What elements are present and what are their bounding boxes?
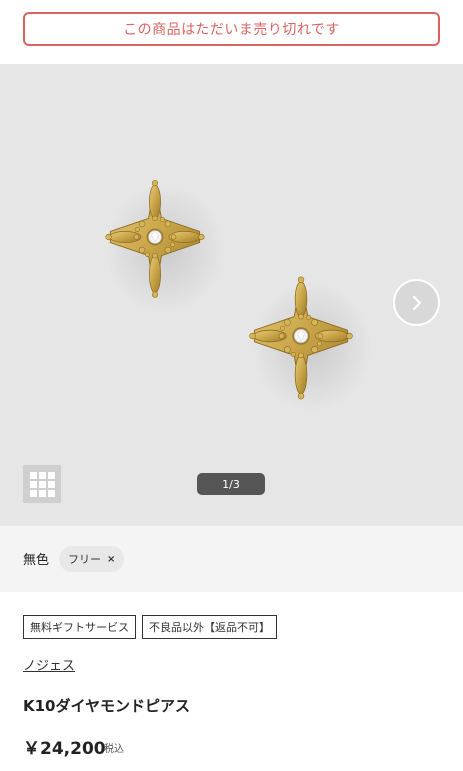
product-image-gallery[interactable]: 1/3	[0, 64, 463, 526]
size-chip-label: フリー	[68, 553, 101, 566]
next-image-button[interactable]	[393, 279, 440, 326]
grid-view-button[interactable]	[23, 465, 61, 503]
service-tags: 無料ギフトサービス 不良品以外【返品不可】	[23, 615, 277, 639]
close-icon[interactable]: ×	[107, 554, 115, 565]
brand-link[interactable]: ノジェス	[23, 655, 75, 674]
tag-gift-service: 無料ギフトサービス	[23, 615, 136, 639]
sold-out-notice: この商品はただいま売り切れです	[23, 12, 440, 46]
sold-out-notice-bar: この商品はただいま売り切れです	[0, 0, 463, 64]
tax-label: 税込	[104, 744, 124, 755]
tag-return-policy: 不良品以外【返品不可】	[142, 615, 277, 639]
size-chip[interactable]: フリー ×	[59, 546, 125, 572]
chevron-right-icon	[412, 295, 421, 310]
product-price: ￥24,200	[23, 739, 106, 759]
image-pager: 1/3	[197, 473, 265, 495]
color-label: 無色	[23, 553, 50, 568]
product-name: K10ダイヤモンドピアス	[23, 697, 191, 715]
grid-icon	[29, 471, 37, 479]
